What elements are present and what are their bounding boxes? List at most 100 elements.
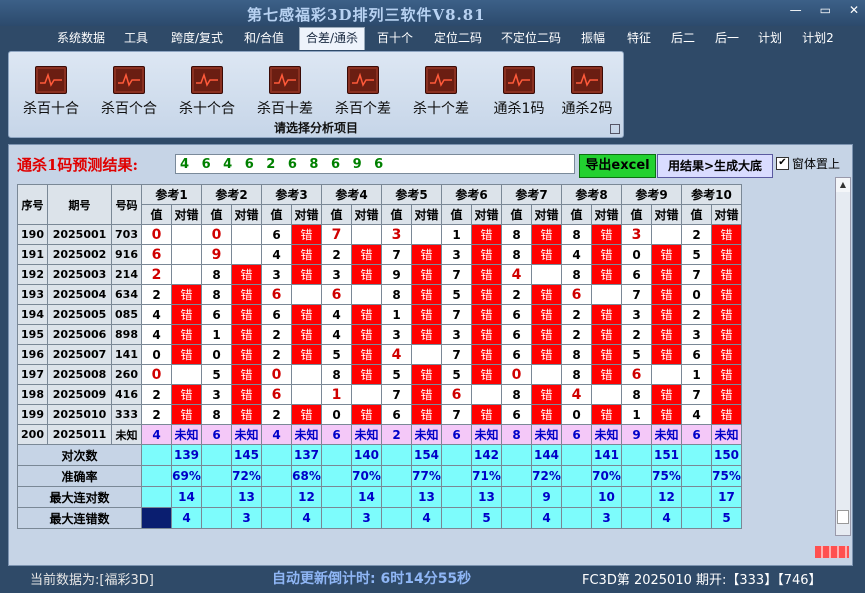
value-cell: 3 [621, 304, 652, 325]
header-value: 值 [261, 204, 292, 225]
ribbon-button[interactable]: 杀百个合 [95, 66, 163, 118]
stats-spacer [621, 465, 652, 487]
stats-value: 4 [531, 507, 562, 529]
hit-cell: 错 [171, 344, 202, 365]
stats-spacer [561, 507, 592, 529]
table-row[interactable]: 193 2025004 634 2 错 8 错 6 6 8 错 5 错 2 错 6 7 错 0 错 [17, 284, 742, 305]
menu-item[interactable]: 后一 [711, 28, 743, 48]
ribbon-button[interactable]: 杀百十合 [17, 66, 85, 118]
menu-item[interactable]: 工具 [122, 28, 150, 48]
pending-row[interactable]: 200 2025011 未知 4 未知 6 未知 4 未知 6 未知 2 未知 6 未知 8 未知 6 未知 9 未知 6… [17, 424, 742, 445]
value-cell: 4 [561, 384, 592, 405]
value-cell: 3 [261, 264, 292, 285]
menu-item[interactable]: 系统数据 [55, 28, 107, 48]
row-number: 703 [111, 224, 142, 245]
value-cell: 6 [261, 224, 292, 245]
stats-label: 最大连错数 [17, 507, 142, 529]
hit-cell: 错 [231, 304, 262, 325]
value-cell: 6 [681, 344, 712, 365]
ribbon-button[interactable]: 杀十个差 [407, 66, 475, 118]
value-cell: 6 [321, 284, 352, 305]
menu-item[interactable]: 跨度/复式 [166, 28, 228, 48]
miss-cell [351, 384, 382, 405]
ribbon-button-label: 杀十个合 [179, 101, 235, 117]
value-cell: 2 [141, 264, 172, 285]
close-button[interactable]: ✕ [849, 3, 859, 17]
value-cell: 4 [501, 264, 532, 285]
menu-item[interactable]: 合差/通杀 [299, 27, 365, 50]
hit-cell: 错 [231, 364, 262, 385]
table-row[interactable]: 196 2025007 141 0 错 0 错 2 错 5 错 4 7 错 6 错 8 错 5 错 6 错 [17, 344, 742, 365]
hit-cell: 错 [711, 404, 742, 425]
table-row[interactable]: 191 2025002 916 6 9 4 错 2 错 7 错 3 错 8 错 4 错 0 错 5 错 [17, 244, 742, 265]
header-ref: 参考6 [441, 184, 502, 205]
stats-spacer [261, 444, 292, 466]
hit-cell: 错 [591, 264, 622, 285]
hit-cell: 错 [411, 244, 442, 265]
stats-value: 77% [411, 465, 442, 487]
menu-item[interactable]: 定位二码 [431, 28, 485, 48]
stats-label: 对次数 [17, 444, 142, 466]
menu-item[interactable]: 计划 [756, 28, 784, 48]
hit-cell: 错 [651, 384, 682, 405]
menu-item[interactable]: 后二 [667, 28, 699, 48]
row-seq: 194 [17, 304, 48, 325]
menu-item[interactable]: 百十个 [375, 28, 415, 48]
table-row[interactable]: 199 2025010 333 2 错 8 错 2 错 0 错 6 错 7 错 6 错 0 错 1 错 4 错 [17, 404, 742, 425]
minimize-button[interactable]: — [790, 3, 802, 17]
maximize-button[interactable]: ▭ [820, 3, 831, 17]
scroll-thumb[interactable] [837, 510, 849, 524]
hit-cell: 错 [591, 404, 622, 425]
vertical-scrollbar[interactable]: ▲ [835, 177, 851, 536]
scroll-up-icon[interactable]: ▲ [836, 178, 850, 192]
hit-cell: 错 [471, 344, 502, 365]
menu-item[interactable]: 振幅 [578, 28, 608, 48]
table-row[interactable]: 192 2025003 214 2 8 错 3 错 3 错 9 错 7 错 4 8 错 6 错 7 错 [17, 264, 742, 285]
export-excel-button[interactable]: 导出excel [579, 154, 656, 178]
menu-item[interactable]: 和/合值 [240, 28, 288, 48]
ribbon-button[interactable]: 杀百十差 [251, 66, 319, 118]
value-cell: 2 [561, 304, 592, 325]
table-row[interactable]: 194 2025005 085 4 错 6 错 6 错 4 错 1 错 7 错 6 错 2 错 3 错 2 错 [17, 304, 742, 325]
ribbon-button[interactable]: 杀十个合 [173, 66, 241, 118]
value-cell: 5 [381, 364, 412, 385]
row-seq: 196 [17, 344, 48, 365]
miss-cell [651, 364, 682, 385]
hit-cell: 错 [651, 284, 682, 305]
menu-item[interactable]: 计划2 [799, 28, 837, 48]
ribbon-button[interactable]: 杀百个差 [329, 66, 397, 118]
table-row[interactable]: 195 2025006 898 4 错 1 错 2 错 4 错 3 错 3 错 6 错 2 错 2 错 3 错 [17, 324, 742, 345]
stats-spacer [201, 486, 232, 508]
table-row[interactable]: 190 2025001 703 0 0 6 错 7 3 1 错 8 错 8 错 3 2 错 [17, 224, 742, 245]
generate-base-button[interactable]: 用结果>生成大底 [657, 154, 773, 178]
hit-cell: 错 [591, 224, 622, 245]
value-cell: 2 [261, 404, 292, 425]
hit-cell: 错 [231, 404, 262, 425]
ribbon-caption: 请选择分析项目 [273, 121, 358, 135]
hit-cell: 错 [291, 244, 322, 265]
stats-value: 154 [411, 444, 442, 466]
table-row[interactable]: 198 2025009 416 2 错 3 错 6 1 7 错 6 8 错 4 8 错 7 错 [17, 384, 742, 405]
ribbon-button[interactable]: 通杀1码 [485, 66, 553, 118]
stats-value: 145 [231, 444, 262, 466]
chart-icon [35, 66, 67, 94]
ribbon-launcher-icon[interactable] [610, 124, 620, 134]
stats-value: 151 [651, 444, 682, 466]
resize-grip[interactable] [815, 546, 849, 558]
header-value: 值 [561, 204, 592, 225]
menu-item[interactable]: 特征 [623, 28, 655, 48]
value-cell: 6 [561, 424, 592, 445]
hit-cell: 错 [351, 364, 382, 385]
value-cell: 3 [381, 224, 412, 245]
ribbon-button-label: 通杀1码 [493, 101, 545, 117]
hit-cell: 错 [711, 304, 742, 325]
table-row[interactable]: 197 2025008 260 0 5 错 0 8 错 5 错 5 错 0 8 错 6 1 错 [17, 364, 742, 385]
menu-item[interactable]: 不定位二码 [497, 28, 565, 48]
checkbox-check-icon[interactable]: ✔ [776, 157, 789, 170]
value-cell: 6 [441, 384, 472, 405]
ribbon-button[interactable]: 通杀2码 [553, 66, 621, 118]
miss-cell [651, 224, 682, 245]
prediction-result-field[interactable]: 4 6 4 6 2 6 8 6 9 6 [175, 154, 575, 174]
pending-judge-cell: 未知 [351, 424, 382, 445]
topmost-checkbox[interactable]: ✔ 窗体置上 [776, 155, 840, 172]
